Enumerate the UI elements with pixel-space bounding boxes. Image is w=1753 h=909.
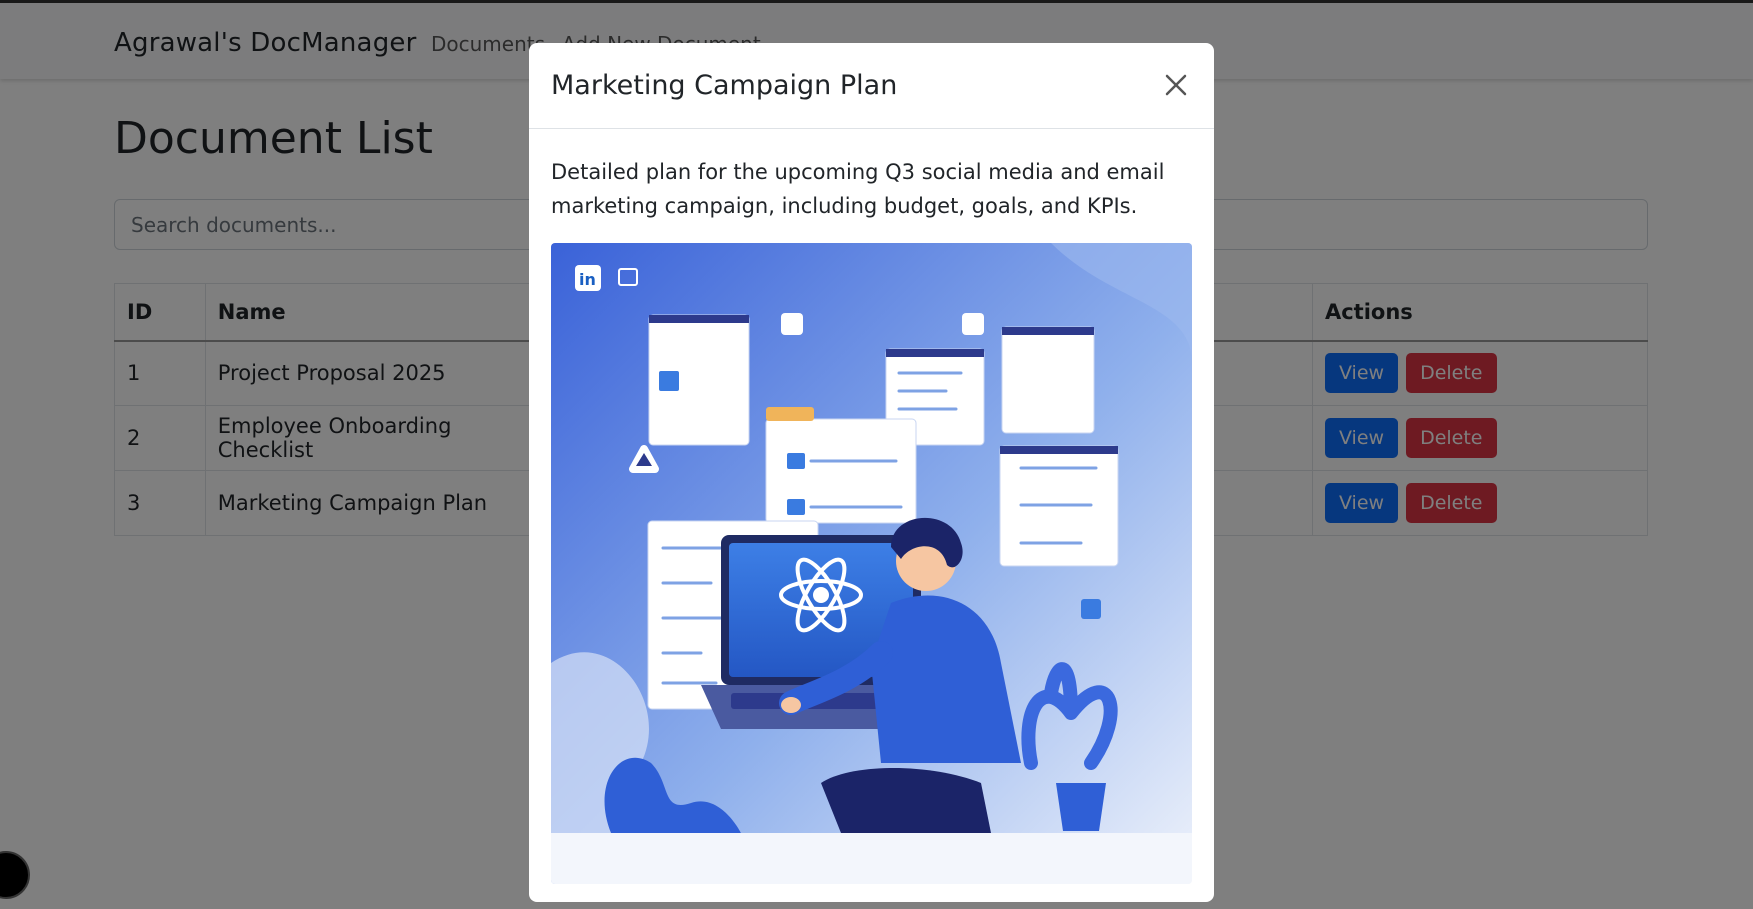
- svg-text:in: in: [579, 270, 596, 289]
- modal-body: Detailed plan for the upcoming Q3 social…: [529, 129, 1214, 902]
- modal-title: Marketing Campaign Plan: [551, 70, 898, 101]
- close-icon[interactable]: [1158, 67, 1194, 103]
- linkedin-icon: in: [575, 265, 601, 291]
- document-illustration: in: [551, 243, 1192, 884]
- modal-header: Marketing Campaign Plan: [529, 43, 1214, 129]
- modal-description: Detailed plan for the upcoming Q3 social…: [551, 160, 1165, 218]
- document-modal: Marketing Campaign Plan Detailed plan fo…: [529, 43, 1214, 902]
